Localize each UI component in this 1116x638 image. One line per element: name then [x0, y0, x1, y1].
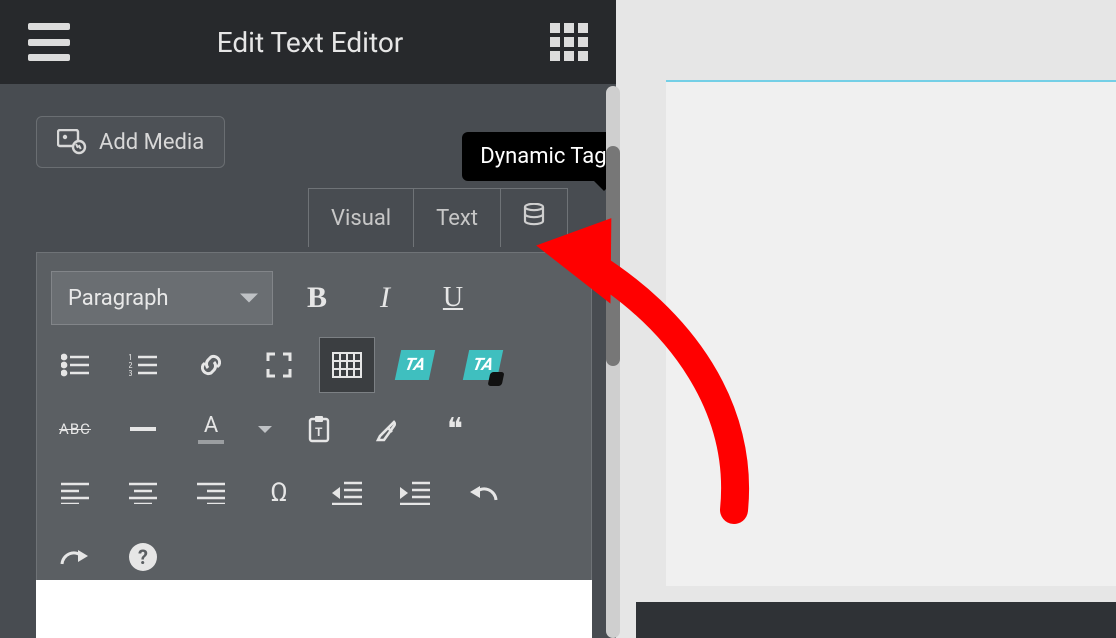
text-color-button[interactable]: A — [183, 401, 239, 457]
numbered-list-button[interactable]: 123 — [115, 337, 171, 393]
media-icon — [57, 129, 87, 155]
text-color-chevron[interactable] — [251, 401, 279, 457]
special-character-button[interactable]: Ω — [251, 465, 307, 521]
scrollbar-thumb[interactable] — [606, 146, 620, 366]
widgets-grid-icon[interactable] — [550, 23, 588, 61]
toolbar-toggle-button[interactable] — [319, 337, 375, 393]
panel-scrollbar[interactable] — [606, 86, 620, 638]
tab-dynamic-tags[interactable] — [501, 189, 567, 247]
align-center-button[interactable] — [115, 465, 171, 521]
horizontal-rule-button[interactable] — [115, 401, 171, 457]
database-icon — [523, 203, 545, 233]
menu-icon[interactable] — [28, 23, 70, 61]
canvas-section[interactable] — [666, 80, 1116, 586]
link-button[interactable] — [183, 337, 239, 393]
underline-button[interactable]: U — [425, 270, 481, 326]
paste-text-button[interactable]: T — [291, 401, 347, 457]
editor-tabs: Visual Text — [308, 188, 568, 247]
clear-formatting-button[interactable] — [359, 401, 415, 457]
panel-content: Dynamic Tags Add Media Visual Text Parag… — [0, 84, 616, 638]
chevron-down-icon — [240, 294, 258, 303]
panel-title: Edit Text Editor — [70, 26, 550, 59]
preview-canvas — [636, 0, 1116, 638]
svg-text:3: 3 — [129, 369, 133, 377]
bullet-list-button[interactable] — [47, 337, 103, 393]
help-button[interactable]: ? — [115, 529, 171, 585]
blockquote-button[interactable]: ❝ — [427, 401, 483, 457]
italic-button[interactable]: I — [357, 270, 413, 326]
bold-button[interactable]: B — [289, 270, 345, 326]
svg-text:T: T — [315, 425, 323, 439]
canvas-footer-bar — [636, 602, 1116, 638]
undo-button[interactable] — [455, 465, 511, 521]
dynamic-tags-tooltip: Dynamic Tags — [462, 132, 616, 181]
paragraph-format-select[interactable]: Paragraph — [51, 271, 273, 325]
align-right-button[interactable] — [183, 465, 239, 521]
ta-add-button[interactable]: TA — [455, 337, 511, 393]
add-media-label: Add Media — [99, 130, 204, 155]
indent-button[interactable] — [387, 465, 443, 521]
align-left-button[interactable] — [47, 465, 103, 521]
tab-text[interactable]: Text — [414, 189, 501, 247]
tab-visual[interactable]: Visual — [309, 189, 414, 247]
redo-button[interactable] — [47, 529, 103, 585]
fullscreen-button[interactable] — [251, 337, 307, 393]
editor-panel: Edit Text Editor Dynamic Tags Add Media … — [0, 0, 616, 638]
panel-header: Edit Text Editor — [0, 0, 616, 84]
strikethrough-button[interactable]: ABC — [47, 401, 103, 457]
add-media-button[interactable]: Add Media — [36, 116, 225, 168]
ta-button[interactable]: TA — [387, 337, 443, 393]
outdent-button[interactable] — [319, 465, 375, 521]
editor-content-area[interactable] — [36, 580, 592, 638]
